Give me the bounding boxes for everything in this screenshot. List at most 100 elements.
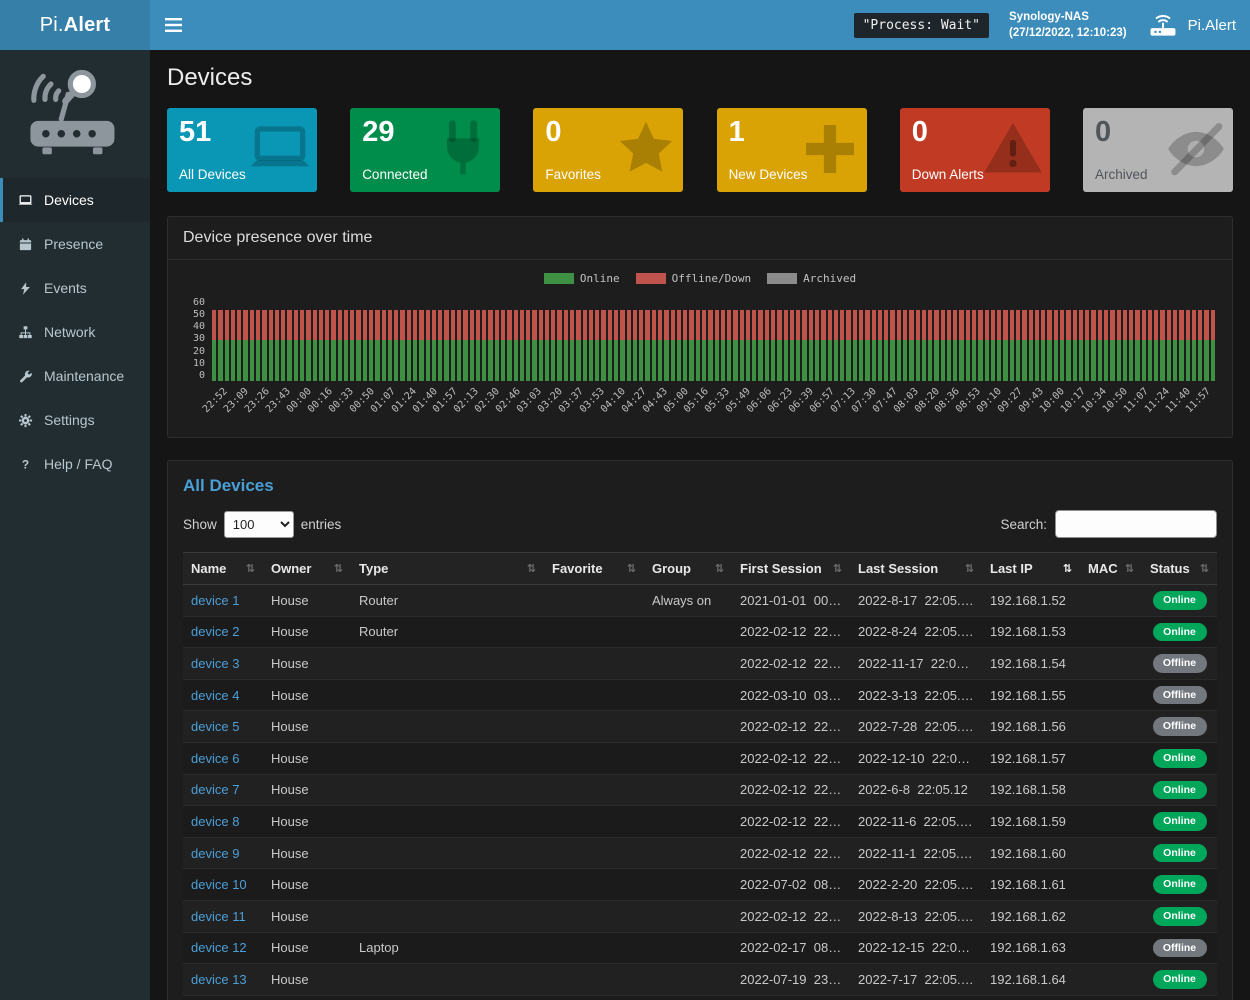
device-name-link[interactable]: device 5: [191, 719, 239, 734]
column-header-last-ip[interactable]: Last IP⇅: [982, 553, 1080, 585]
chart-bar[interactable]: [388, 297, 392, 381]
chart-bar[interactable]: [470, 297, 474, 381]
chart-bar[interactable]: [645, 297, 649, 381]
chart-bar[interactable]: [331, 297, 335, 381]
chart-bar[interactable]: [281, 297, 285, 381]
chart-bar[interactable]: [1085, 297, 1089, 381]
chart-bar[interactable]: [532, 297, 536, 381]
chart-bar[interactable]: [275, 297, 279, 381]
sidebar-toggle-button[interactable]: [150, 0, 196, 50]
chart-bar[interactable]: [344, 297, 348, 381]
chart-bar[interactable]: [451, 297, 455, 381]
chart-bar[interactable]: [985, 297, 989, 381]
chart-bar[interactable]: [1022, 297, 1026, 381]
chart-bar[interactable]: [262, 297, 266, 381]
chart-bar[interactable]: [916, 297, 920, 381]
device-name-link[interactable]: device 9: [191, 846, 239, 861]
legend-item-offline-down[interactable]: Offline/Down: [636, 272, 751, 285]
chart-bar[interactable]: [821, 297, 825, 381]
chart-bar[interactable]: [771, 297, 775, 381]
chart-bar[interactable]: [671, 297, 675, 381]
chart-bar[interactable]: [721, 297, 725, 381]
chart-bar[interactable]: [363, 297, 367, 381]
chart-bar[interactable]: [991, 297, 995, 381]
chart-bar[interactable]: [1073, 297, 1077, 381]
chart-bar[interactable]: [526, 297, 530, 381]
device-name-link[interactable]: device 13: [191, 972, 247, 987]
chart-bar[interactable]: [218, 297, 222, 381]
chart-bar[interactable]: [953, 297, 957, 381]
chart-bar[interactable]: [356, 297, 360, 381]
chart-bar[interactable]: [413, 297, 417, 381]
chart-bar[interactable]: [840, 297, 844, 381]
chart-bar[interactable]: [997, 297, 1001, 381]
chart-bar[interactable]: [727, 297, 731, 381]
column-header-group[interactable]: Group⇅: [644, 553, 732, 585]
chart-bar[interactable]: [777, 297, 781, 381]
chart-bar[interactable]: [407, 297, 411, 381]
device-name-link[interactable]: device 8: [191, 814, 239, 829]
chart-bar[interactable]: [689, 297, 693, 381]
chart-bar[interactable]: [1035, 297, 1039, 381]
chart-bar[interactable]: [1054, 297, 1058, 381]
chart-bar[interactable]: [1041, 297, 1045, 381]
chart-bar[interactable]: [306, 297, 310, 381]
chart-bar[interactable]: [243, 297, 247, 381]
chart-bar[interactable]: [375, 297, 379, 381]
app-logo[interactable]: Pi.Alert: [0, 0, 150, 50]
chart-bar[interactable]: [941, 297, 945, 381]
device-name-link[interactable]: device 6: [191, 751, 239, 766]
column-header-last-session[interactable]: Last Session⇅: [850, 553, 982, 585]
chart-bar[interactable]: [1098, 297, 1102, 381]
chart-bar[interactable]: [752, 297, 756, 381]
chart-bar[interactable]: [545, 297, 549, 381]
chart-bar[interactable]: [438, 297, 442, 381]
device-name-link[interactable]: device 12: [191, 940, 247, 955]
chart-bar[interactable]: [601, 297, 605, 381]
sidebar-item-network[interactable]: Network: [0, 310, 150, 354]
chart-bar[interactable]: [231, 297, 235, 381]
chart-bar[interactable]: [834, 297, 838, 381]
chart-bar[interactable]: [859, 297, 863, 381]
chart-bar[interactable]: [809, 297, 813, 381]
info-box-new-devices[interactable]: 1New Devices: [717, 108, 867, 192]
chart-bar[interactable]: [677, 297, 681, 381]
chart-bar[interactable]: [576, 297, 580, 381]
device-name-link[interactable]: device 11: [191, 909, 246, 924]
chart-bar[interactable]: [639, 297, 643, 381]
chart-bar[interactable]: [1160, 297, 1164, 381]
chart-bar[interactable]: [846, 297, 850, 381]
sidebar-item-devices[interactable]: Devices: [0, 178, 150, 222]
chart-bar[interactable]: [463, 297, 467, 381]
chart-bar[interactable]: [903, 297, 907, 381]
chart-bar[interactable]: [382, 297, 386, 381]
chart-bar[interactable]: [658, 297, 662, 381]
chart-bar[interactable]: [633, 297, 637, 381]
legend-item-online[interactable]: Online: [544, 272, 620, 285]
chart-bar[interactable]: [627, 297, 631, 381]
chart-bar[interactable]: [394, 297, 398, 381]
chart-bar[interactable]: [457, 297, 461, 381]
chart-bar[interactable]: [350, 297, 354, 381]
chart-bar[interactable]: [978, 297, 982, 381]
chart-bar[interactable]: [564, 297, 568, 381]
chart-bar[interactable]: [300, 297, 304, 381]
chart-bar[interactable]: [865, 297, 869, 381]
chart-bar[interactable]: [608, 297, 612, 381]
chart-bar[interactable]: [1066, 297, 1070, 381]
chart-bar[interactable]: [959, 297, 963, 381]
chart-bar[interactable]: [765, 297, 769, 381]
chart-bar[interactable]: [514, 297, 518, 381]
chart-bar[interactable]: [338, 297, 342, 381]
chart-bar[interactable]: [287, 297, 291, 381]
column-header-first-session[interactable]: First Session⇅: [732, 553, 850, 585]
chart-bar[interactable]: [1204, 297, 1208, 381]
chart-bar[interactable]: [595, 297, 599, 381]
chart-bar[interactable]: [746, 297, 750, 381]
device-name-link[interactable]: device 7: [191, 782, 239, 797]
chart-bar[interactable]: [922, 297, 926, 381]
chart-bar[interactable]: [1186, 297, 1190, 381]
chart-bar[interactable]: [520, 297, 524, 381]
chart-bar[interactable]: [702, 297, 706, 381]
device-name-link[interactable]: device 2: [191, 624, 239, 639]
